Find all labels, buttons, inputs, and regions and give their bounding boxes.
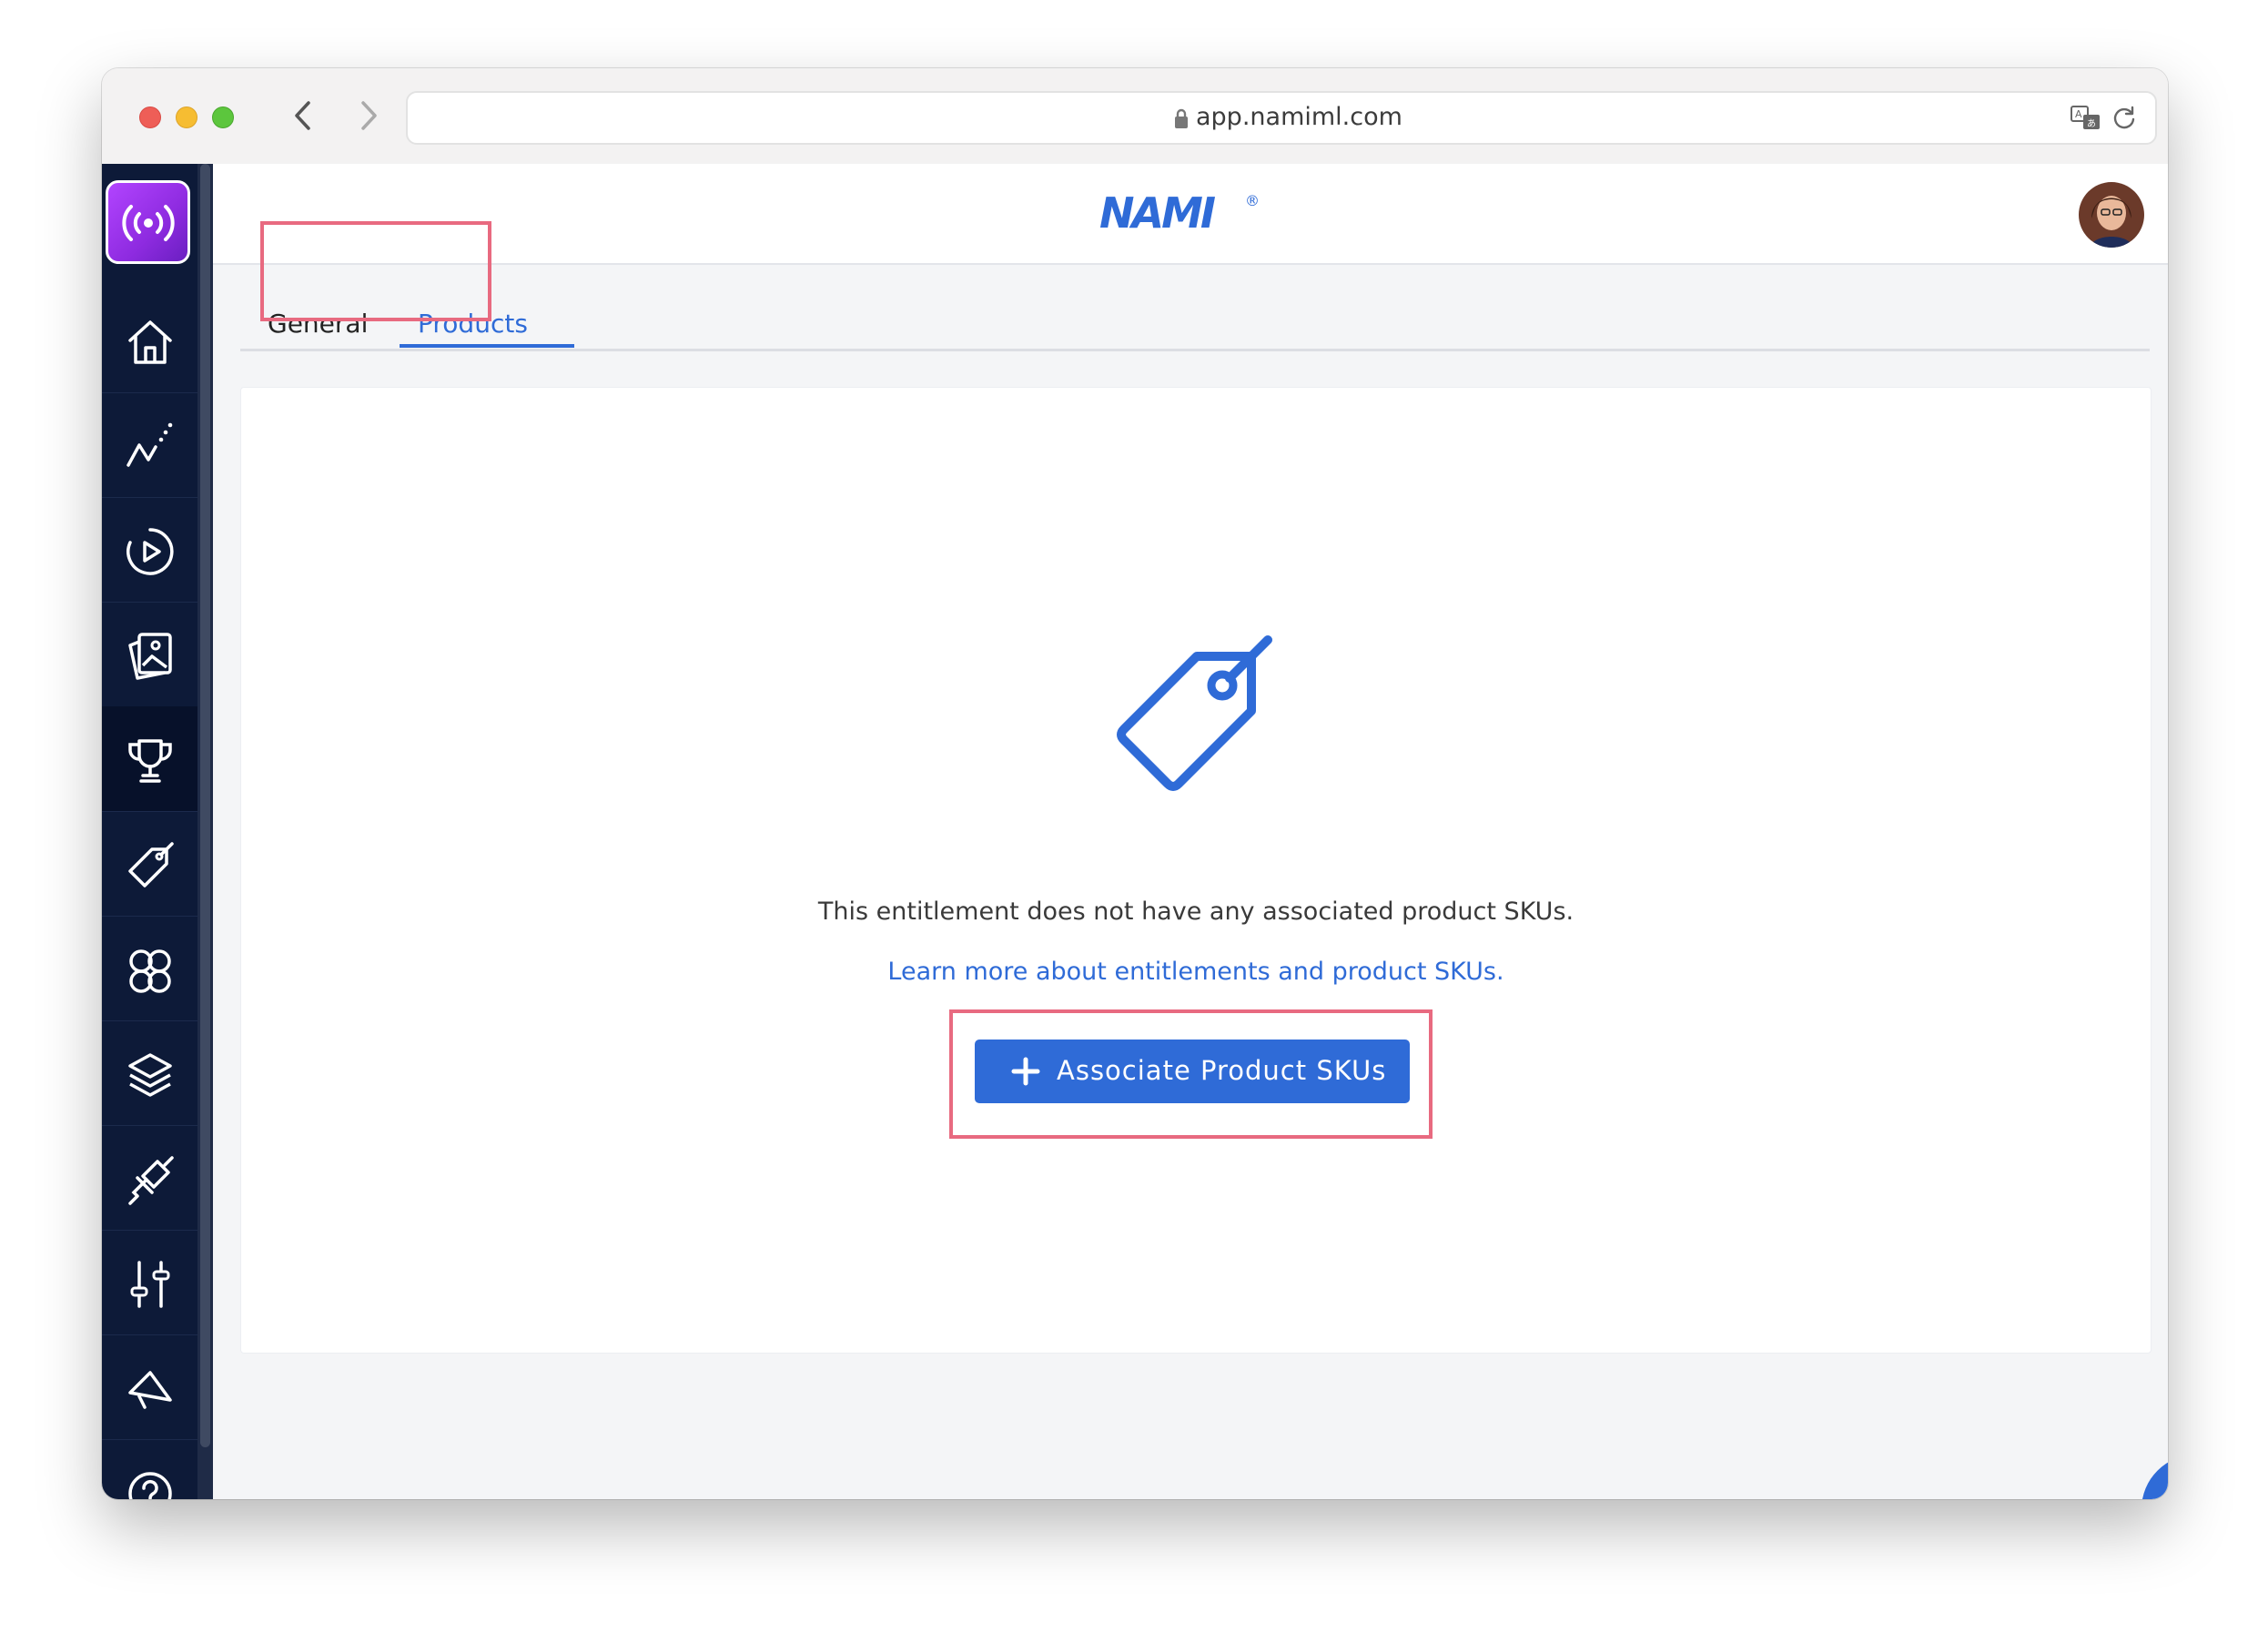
lock-icon <box>1175 108 1188 128</box>
app-logo-tile[interactable] <box>106 180 190 264</box>
sidebar-item-settings[interactable] <box>102 1230 197 1335</box>
chart-line-icon <box>127 422 173 467</box>
close-window-button[interactable] <box>139 106 161 128</box>
nami-logo[interactable]: NAMI ® <box>1099 188 1263 238</box>
sidebar-item-campaigns[interactable] <box>102 497 197 603</box>
sidebar-scrollbar-thumb[interactable] <box>200 164 210 1447</box>
trophy-icon <box>128 739 172 783</box>
back-button[interactable] <box>284 96 324 136</box>
broadcast-icon <box>122 205 175 241</box>
users-icon <box>129 949 171 993</box>
home-icon <box>128 320 172 364</box>
plug-icon <box>128 1156 174 1205</box>
top-bar: NAMI ® <box>213 164 2168 265</box>
chevron-left-icon <box>295 101 310 130</box>
play-circle-icon <box>127 528 174 575</box>
empty-state-message: This entitlement does not have any assoc… <box>817 898 1574 926</box>
highlight-products-tab <box>260 221 491 321</box>
tag-icon <box>128 842 174 888</box>
learn-more-link[interactable]: Learn more about entitlements and produc… <box>241 958 2151 986</box>
browser-titlebar: app.namiml.com Aあ <box>102 68 2168 165</box>
sidebar-item-announcements[interactable] <box>102 1334 197 1440</box>
sidebar-item-entitlements[interactable] <box>102 706 197 812</box>
sidebar-item-help[interactable] <box>102 1439 197 1499</box>
sidebar-item-home[interactable] <box>102 288 197 393</box>
user-avatar-image <box>2079 182 2144 248</box>
highlight-associate-button <box>949 1009 1433 1139</box>
layers-icon <box>128 1053 172 1097</box>
registered-mark: ® <box>1245 192 1260 209</box>
sidebar-item-integrations[interactable] <box>102 1125 197 1231</box>
tab-bar: General Products <box>240 273 2150 351</box>
avatar[interactable] <box>2079 182 2144 248</box>
reload-icon[interactable] <box>2111 105 2137 130</box>
chevron-right-icon <box>361 101 377 130</box>
sliders-icon <box>130 1261 170 1308</box>
main-content: NAMI ® General Products This entitlement… <box>213 164 2168 1499</box>
sidebar-item-layers[interactable] <box>102 1020 197 1126</box>
translate-icon[interactable]: Aあ <box>2070 104 2102 133</box>
sidebar <box>102 164 213 1499</box>
svg-text:A: A <box>2075 108 2082 120</box>
tag-icon <box>1117 635 1272 791</box>
images-icon <box>128 633 172 680</box>
sidebar-item-analytics[interactable] <box>102 392 197 498</box>
products-empty-state-card: This entitlement does not have any assoc… <box>240 387 2152 1354</box>
sidebar-item-paywalls[interactable] <box>102 602 197 707</box>
address-bar[interactable]: app.namiml.com Aあ <box>406 91 2157 145</box>
nami-logo-mark: NAMI ® <box>1099 188 1260 238</box>
help-icon <box>128 1472 172 1499</box>
minimize-window-button[interactable] <box>176 106 197 128</box>
chat-launcher-button[interactable] <box>2141 1455 2168 1499</box>
logo-text: NAMI <box>1099 191 1216 233</box>
forward-button[interactable] <box>348 96 388 136</box>
sidebar-item-audiences[interactable] <box>102 916 197 1021</box>
sidebar-item-products[interactable] <box>102 811 197 917</box>
zoom-window-button[interactable] <box>212 106 234 128</box>
url-text: app.namiml.com <box>1196 103 1402 131</box>
megaphone-icon <box>128 1371 172 1409</box>
svg-text:あ: あ <box>2087 118 2096 129</box>
active-tab-indicator <box>400 344 574 348</box>
